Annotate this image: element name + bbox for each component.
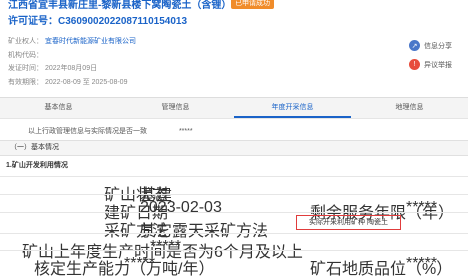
info-row-validity: 有效期限： 2022-08-09 至 2025-08-09 bbox=[8, 77, 127, 87]
section-title: （一）基本情况 bbox=[10, 144, 59, 151]
share-button[interactable]: ↗ 信息分享 bbox=[409, 40, 452, 51]
issue-date-label: 发证时间： bbox=[8, 65, 43, 72]
row-value: ***** bbox=[124, 255, 156, 272]
tab-basic-info[interactable]: 基本信息 bbox=[0, 98, 117, 118]
status-badge: 已申请成功 bbox=[231, 0, 274, 9]
table-row: 建矿日期 2023-02-03 剩余服务年限（年） ***** bbox=[0, 194, 468, 222]
info-row-issue-date: 发证时间： 2022年08月09日 bbox=[8, 63, 97, 73]
tab-bar: 基本信息 管理信息 年度开采信息 地理信息 bbox=[0, 97, 468, 119]
owner-label: 矿业权人： bbox=[8, 38, 43, 45]
validity-value: 2022-08-09 至 2025-08-09 bbox=[44, 79, 128, 86]
info-row-org-code: 机构代码： bbox=[8, 50, 43, 60]
report-icon: ! bbox=[409, 59, 420, 70]
subsection-title: 1.矿山开发利用情况 bbox=[6, 162, 68, 169]
note-value: ***** bbox=[178, 128, 193, 135]
share-label: 信息分享 bbox=[424, 42, 452, 50]
validity-label: 有效期限： bbox=[8, 79, 43, 86]
tab-annual-mining-info[interactable]: 年度开采信息 bbox=[234, 98, 351, 118]
tab-geo-info[interactable]: 地理信息 bbox=[351, 98, 468, 118]
license-number: 许可证号：C3609002022087110154013 bbox=[8, 16, 188, 27]
report-label: 异议举报 bbox=[424, 61, 452, 69]
section-header: （一）基本情况 bbox=[0, 140, 468, 156]
share-icon: ↗ bbox=[409, 40, 420, 51]
info-row-owner: 矿业权人： 宜春时代新能源矿业有限公司 bbox=[8, 36, 136, 46]
owner-link[interactable]: 宜春时代新能源矿业有限公司 bbox=[45, 38, 136, 45]
consistency-note: 以上行政管理信息与实际情况是否一致 ***** bbox=[28, 126, 193, 136]
org-code-label: 机构代码： bbox=[8, 52, 43, 59]
page-title: 江西省宜丰县新庄里-黎新县楼下窝陶瓷土（含锂）矿 bbox=[8, 0, 242, 11]
note-text: 以上行政管理信息与实际情况是否一致 bbox=[28, 128, 147, 135]
tab-management-info[interactable]: 管理信息 bbox=[117, 98, 234, 118]
table-row: 矿山上年度生产时间是否为6个月及以上 ***** bbox=[0, 233, 468, 261]
table-row: 矿山状态 基建 bbox=[0, 176, 468, 204]
report-button[interactable]: ! 异议举报 bbox=[409, 59, 452, 70]
highlighted-mineral-cell: 实际开采利用矿种 陶瓷土 bbox=[296, 215, 401, 230]
issue-date-value: 2022年08月09日 bbox=[44, 65, 98, 72]
row-right-value: ***** bbox=[406, 255, 438, 272]
